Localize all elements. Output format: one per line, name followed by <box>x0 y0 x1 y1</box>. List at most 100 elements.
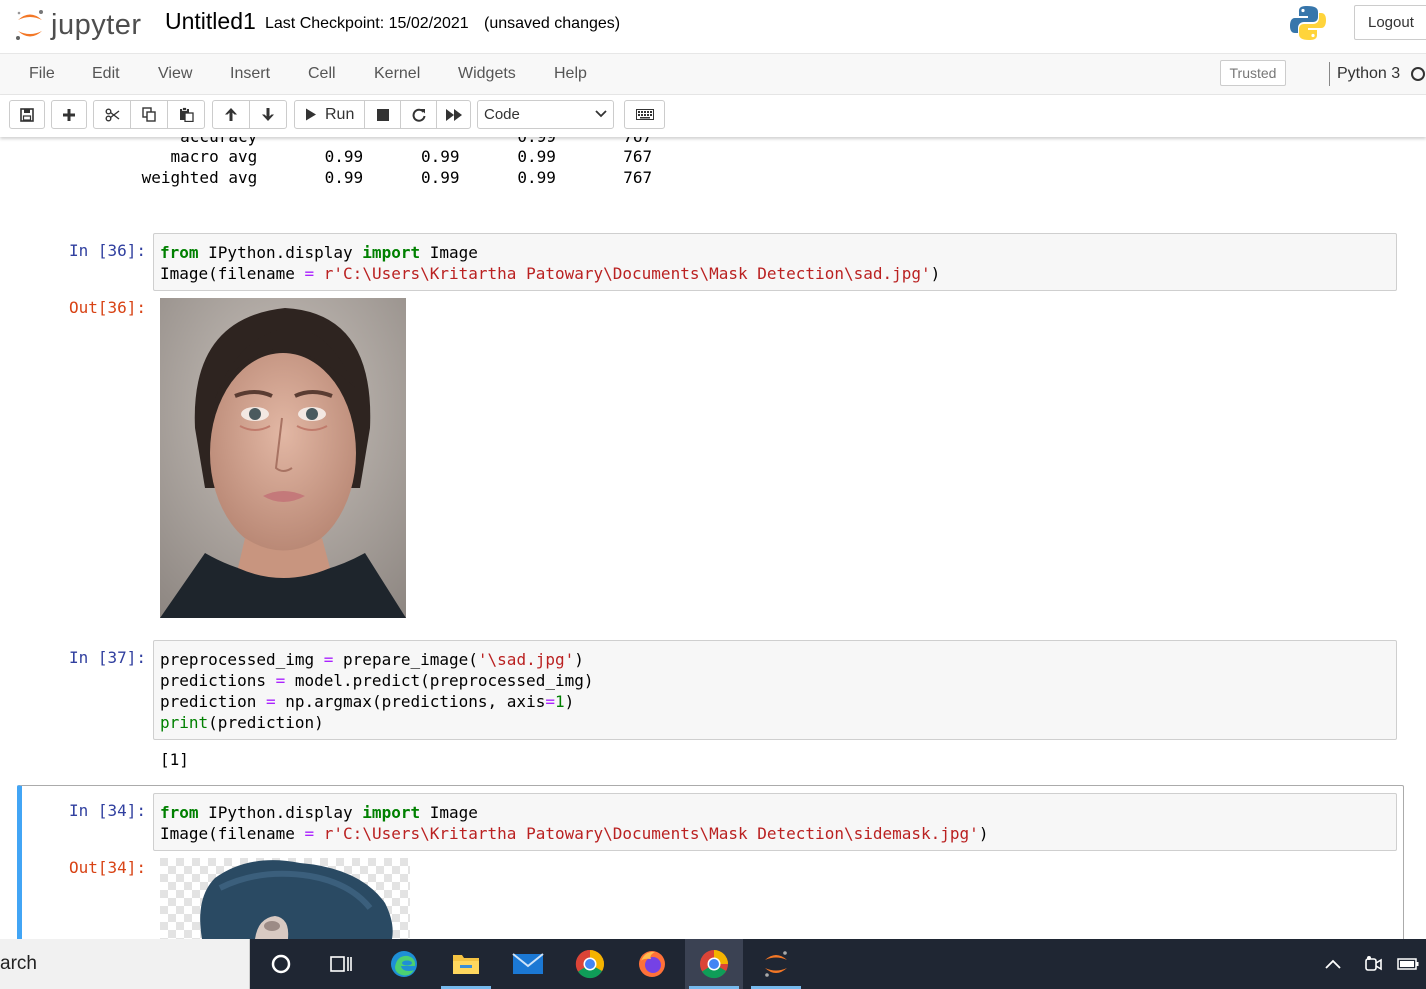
copy-button[interactable] <box>130 100 168 129</box>
plus-icon <box>63 108 75 121</box>
fast-forward-icon <box>445 108 462 121</box>
cut-icon <box>105 108 119 121</box>
code-line: from IPython.display import Image <box>160 803 478 822</box>
chevron-up-icon <box>1325 959 1341 969</box>
menu-cell[interactable]: Cell <box>308 54 336 94</box>
windows-taskbar: arch <box>0 939 1426 989</box>
mail-button[interactable] <box>499 939 557 989</box>
cut-button[interactable] <box>93 100 131 129</box>
stop-icon <box>376 108 389 121</box>
menu-kernel[interactable]: Kernel <box>374 54 420 94</box>
code-line: prediction = np.argmax(predictions, axis… <box>160 692 575 711</box>
chrome-button[interactable] <box>561 939 619 989</box>
logo-text: jupyter <box>51 9 142 41</box>
insert-cell-button[interactable] <box>51 100 87 129</box>
copy-icon <box>141 107 156 122</box>
paste-button[interactable] <box>167 100 205 129</box>
taskbar-search-box[interactable]: arch <box>0 939 250 989</box>
kernel-separator <box>1329 62 1330 86</box>
cell-36-in-prompt: In [36]: <box>68 241 146 260</box>
file-explorer-button[interactable] <box>437 939 495 989</box>
edge-icon <box>391 951 417 977</box>
jupyter-taskbar-button[interactable] <box>747 939 805 989</box>
menu-edit[interactable]: Edit <box>92 54 120 94</box>
code-line: preprocessed_img = prepare_image('\sad.j… <box>160 650 584 669</box>
checkpoint-status: Last Checkpoint: 15/02/2021 <box>265 15 469 32</box>
python-logo-icon <box>1290 6 1326 40</box>
code-line: predictions = model.predict(preprocessed… <box>160 671 594 690</box>
save-icon <box>20 107 34 122</box>
taskbar-search-text: arch <box>0 953 37 974</box>
arrow-up-icon <box>225 108 237 121</box>
autosave-status: (unsaved changes) <box>484 15 621 32</box>
battery-button[interactable] <box>1390 939 1426 989</box>
restart-run-all-button[interactable] <box>436 100 471 129</box>
header: jupyter Untitled1 Last Checkpoint: 15/02… <box>0 0 1426 54</box>
cortana-button[interactable] <box>252 939 310 989</box>
jupyter-logo[interactable]: jupyter <box>14 5 154 45</box>
run-button[interactable]: Run <box>294 100 365 129</box>
cell-34-in-prompt: In [34]: <box>68 801 146 820</box>
menu-view[interactable]: View <box>158 54 192 94</box>
cell-36-out-prompt: Out[36]: <box>68 298 146 317</box>
cell-37-code-input[interactable]: preprocessed_img = prepare_image('\sad.j… <box>153 640 1397 740</box>
move-down-button[interactable] <box>249 100 287 129</box>
cortana-icon <box>271 954 291 974</box>
jupyter-logo-icon <box>16 10 43 40</box>
edge-button[interactable] <box>375 939 433 989</box>
keyboard-icon <box>635 109 654 120</box>
jupyter-window: jupyter Untitled1 Last Checkpoint: 15/02… <box>0 0 1426 989</box>
code-line: print(prediction) <box>160 713 324 732</box>
meet-now-icon <box>1365 956 1382 971</box>
report-row-weighted: weighted avg 0.99 0.99 0.99 767 <box>132 168 653 187</box>
jupyter-icon <box>765 951 787 977</box>
restart-button[interactable] <box>400 100 437 129</box>
firefox-icon <box>639 951 665 977</box>
code-line: Image(filename = r'C:\Users\Kritartha Pa… <box>160 824 989 843</box>
move-up-button[interactable] <box>212 100 250 129</box>
save-button[interactable] <box>9 100 45 129</box>
notebook-name[interactable]: Untitled1 <box>165 8 256 35</box>
chrome-icon <box>700 950 728 979</box>
chevron-down-icon <box>595 110 607 118</box>
interrupt-button[interactable] <box>364 100 401 129</box>
battery-icon <box>1397 958 1419 970</box>
chrome-icon <box>575 949 604 979</box>
command-palette-button[interactable] <box>624 100 665 129</box>
kernel-idle-indicator <box>1411 67 1425 81</box>
sidemask-image <box>160 858 410 939</box>
arrow-down-icon <box>262 108 274 121</box>
sad-face-image <box>160 298 406 618</box>
cell-34-out-prompt: Out[34]: <box>68 858 146 877</box>
mail-icon <box>512 953 544 974</box>
show-hidden-icons-button[interactable] <box>1313 939 1353 989</box>
meet-now-button[interactable] <box>1355 939 1391 989</box>
notebook-area[interactable]: accuracy 0.99 767 macro avg 0.99 0.99 0.… <box>0 137 1426 939</box>
task-view-icon <box>330 956 352 972</box>
logout-button[interactable]: Logout <box>1354 5 1426 40</box>
cell-36-code-input[interactable]: from IPython.display import Image Image(… <box>153 233 1397 291</box>
firefox-button[interactable] <box>623 939 681 989</box>
code-line: from IPython.display import Image <box>160 243 478 262</box>
chrome-button-active[interactable] <box>685 939 743 989</box>
kernel-name[interactable]: Python 3 <box>1337 54 1400 94</box>
cell-34-code-input[interactable]: from IPython.display import Image Image(… <box>153 793 1397 851</box>
menu-file[interactable]: File <box>29 54 55 94</box>
menu-widgets[interactable]: Widgets <box>458 54 516 94</box>
trusted-indicator[interactable]: Trusted <box>1220 60 1286 86</box>
code-line: Image(filename = r'C:\Users\Kritartha Pa… <box>160 264 941 283</box>
report-row-macro: macro avg 0.99 0.99 0.99 767 <box>132 147 653 166</box>
file-explorer-icon <box>453 955 479 974</box>
paste-icon <box>179 107 194 122</box>
restart-icon <box>412 108 425 122</box>
menu-help[interactable]: Help <box>554 54 587 94</box>
cell-37-in-prompt: In [37]: <box>68 648 146 667</box>
toolbar: Run Code <box>0 95 1426 137</box>
cell-type-select[interactable]: Code <box>477 100 614 129</box>
menu-insert[interactable]: Insert <box>230 54 270 94</box>
menubar: File Edit View Insert Cell Kernel Widget… <box>0 54 1426 95</box>
play-icon <box>306 108 316 121</box>
task-view-button[interactable] <box>312 939 370 989</box>
cell-type-value: Code <box>484 106 520 123</box>
run-label: Run <box>325 105 355 123</box>
